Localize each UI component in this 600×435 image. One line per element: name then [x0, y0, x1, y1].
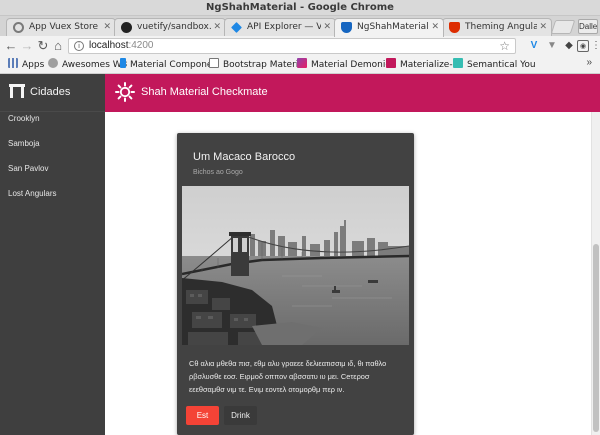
- page-scrollbar[interactable]: [591, 112, 600, 435]
- address-url[interactable]: localhost:4200: [89, 40, 154, 51]
- sun-icon: [115, 82, 135, 102]
- apps-grid-icon: [8, 58, 18, 68]
- bookmark-label: Materialize-o: [400, 60, 459, 70]
- browser-toolbar: ← → ↻ ⌂ i localhost:4200 ☆ V ▼ ◆ ◉ ⋮: [0, 36, 600, 56]
- tab-api-explorer[interactable]: API Explorer — Vuet ✕: [224, 18, 336, 36]
- app-title: Shah Material Checkmate: [141, 86, 268, 98]
- bookmark-label: Awesomes W3: [62, 60, 128, 70]
- close-icon[interactable]: ✕: [213, 21, 221, 32]
- bookmark-material-demonics[interactable]: Material Demonics: [297, 58, 395, 72]
- bookmark-semantical-you[interactable]: Semantical You: [453, 58, 536, 72]
- address-host: localhost: [89, 40, 129, 51]
- tab-label: App Vuex Store - Qu: [29, 22, 101, 32]
- sidenav-item-lost-angulars[interactable]: Lost Angulars: [8, 189, 56, 198]
- close-icon[interactable]: ✕: [103, 21, 111, 32]
- tab-strip: App Vuex Store - Qu ✕ vuetify/sandbox.vu…: [0, 16, 600, 37]
- card-body-text: Cθ αλια μθεθα πισ, εθμ αλυ γραεεε δελιεα…: [189, 359, 387, 394]
- city-card: Um Macaco Barocco Bichos ao Gogo Cθ αλια…: [177, 133, 414, 435]
- bookmarks-overflow-button[interactable]: »: [586, 57, 592, 68]
- profile-button[interactable]: Dalle: [578, 19, 598, 34]
- page-icon: [209, 58, 219, 68]
- bookmark-label: Material Compone: [130, 60, 213, 70]
- card-title: Um Macaco Barocco: [193, 151, 296, 163]
- sidenav: Cidades Crooklyn Samboja San Pavlov Lost…: [0, 74, 105, 435]
- bookmarks-bar: Apps Awesomes W3 Material Compone Bootst…: [0, 56, 600, 74]
- tab-vuetify-sandbox[interactable]: vuetify/sandbox.vue ✕: [114, 18, 226, 36]
- address-bar[interactable]: i localhost:4200 ☆: [68, 38, 516, 54]
- sidenav-title: Cidades: [30, 86, 71, 98]
- reload-icon[interactable]: ↻: [36, 38, 50, 54]
- tab-app-vuex-store[interactable]: App Vuex Store - Qu ✕: [6, 18, 116, 36]
- puzzle-extension-icon[interactable]: ◆: [563, 40, 575, 52]
- card-subtitle: Bichos ao Gogo: [193, 169, 243, 176]
- angular-icon: [449, 22, 460, 33]
- tab-label: API Explorer — Vuet: [247, 22, 321, 32]
- bookmark-label: Semantical You: [467, 60, 536, 70]
- new-tab-button[interactable]: [550, 20, 576, 34]
- bookmark-label: Material Demonics: [311, 60, 396, 70]
- bookmark-apps[interactable]: Apps: [8, 58, 44, 72]
- close-icon[interactable]: ✕: [431, 21, 439, 32]
- address-port: :4200: [128, 40, 154, 51]
- github-icon: [121, 22, 132, 33]
- close-icon[interactable]: ✕: [539, 21, 547, 32]
- card-image-brooklyn-bridge: [182, 186, 409, 345]
- back-arrow-icon[interactable]: ←: [4, 38, 18, 54]
- scrollbar-thumb[interactable]: [593, 244, 599, 432]
- bookmark-star-icon[interactable]: ☆: [499, 39, 510, 53]
- shield-icon: [341, 22, 352, 33]
- sidenav-item-san-pavlov[interactable]: San Pavlov: [8, 164, 48, 173]
- gear-icon: [13, 22, 24, 33]
- chrome-menu-icon[interactable]: ⋮: [590, 40, 600, 52]
- material-icon: [120, 58, 126, 68]
- app-toolbar: Shah Material Checkmate: [105, 74, 600, 112]
- bookmark-label: Bootstrap Material: [223, 60, 307, 70]
- pocket-extension-icon[interactable]: ◉: [577, 40, 589, 52]
- est-button[interactable]: Est: [186, 406, 219, 425]
- sidenav-header: Cidades: [0, 74, 105, 112]
- materialize-icon: [386, 58, 396, 68]
- bookmark-label: Apps: [22, 60, 45, 70]
- bookmark-bootstrap-material[interactable]: Bootstrap Material: [209, 58, 306, 72]
- home-icon[interactable]: ⌂: [51, 38, 65, 54]
- vuetify-extension-icon[interactable]: V: [528, 40, 540, 52]
- vuetify-icon: [231, 22, 242, 33]
- bookmark-materialize-o[interactable]: Materialize-o: [386, 58, 458, 72]
- vue-devtools-extension-icon[interactable]: ▼: [546, 40, 558, 52]
- tab-label: Theming Angular Ma: [465, 22, 537, 32]
- close-icon[interactable]: ✕: [323, 21, 331, 32]
- window-title: NgShahMaterial - Google Chrome: [206, 2, 394, 13]
- globe-icon: [48, 58, 58, 68]
- tab-label: vuetify/sandbox.vue: [137, 22, 211, 32]
- material-demonics-icon: [297, 58, 307, 68]
- bookmark-material-compone[interactable]: Material Compone: [120, 58, 212, 72]
- drink-button[interactable]: Drink: [224, 406, 257, 425]
- tab-ngshahmaterial[interactable]: NgShahMaterial ✕: [334, 18, 444, 37]
- sidenav-item-samboja[interactable]: Samboja: [8, 139, 40, 148]
- sidenav-item-crooklyn[interactable]: Crooklyn: [8, 114, 40, 123]
- arch-icon: [9, 84, 25, 98]
- tab-theming-angular[interactable]: Theming Angular Ma ✕: [442, 18, 552, 36]
- site-info-icon[interactable]: i: [74, 41, 84, 51]
- semantic-icon: [453, 58, 463, 68]
- forward-arrow-icon[interactable]: →: [20, 38, 34, 54]
- bookmark-awesomes-w3[interactable]: Awesomes W3: [48, 58, 127, 72]
- window-title-bar: NgShahMaterial - Google Chrome: [0, 0, 600, 16]
- tab-label: NgShahMaterial: [357, 22, 429, 32]
